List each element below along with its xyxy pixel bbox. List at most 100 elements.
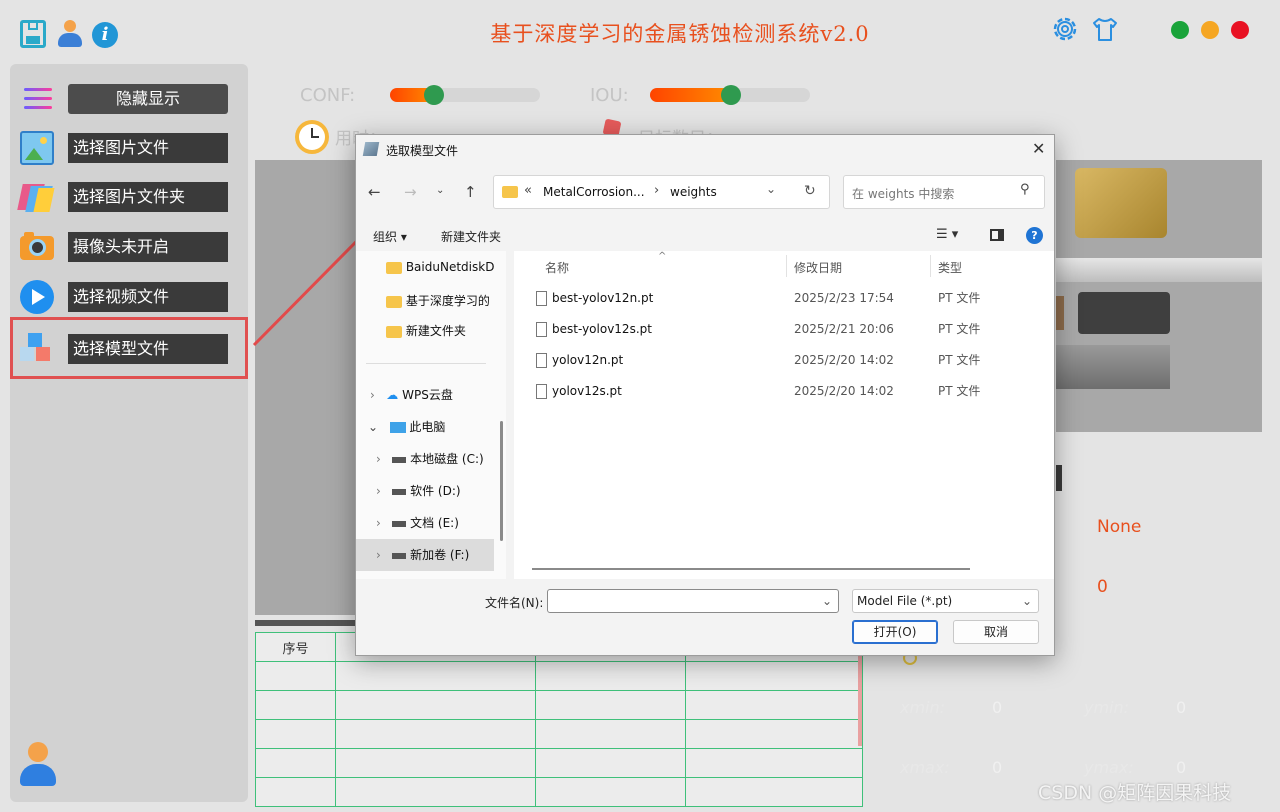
chevron-right-icon[interactable]: ›	[376, 548, 381, 562]
nav-item-label: WPS云盘	[402, 388, 453, 402]
toggle-display-button[interactable]: 隐藏显示	[68, 84, 228, 114]
nav-item-label: 本地磁盘 (C:)	[410, 452, 484, 466]
file-name: yolov12n.pt	[552, 353, 624, 367]
chevron-right-icon[interactable]: ›	[376, 516, 381, 530]
nav-item-folder[interactable]: BaiduNetdiskD	[386, 251, 494, 283]
search-icon[interactable]: ⚲	[1020, 182, 1030, 197]
drive-icon	[392, 552, 407, 559]
drive-icon	[392, 488, 407, 495]
breadcrumb-current[interactable]: weights	[670, 185, 717, 199]
chevron-down-icon[interactable]: ⌄	[822, 590, 832, 612]
file-row[interactable]: best-yolov12s.pt 2025/2/21 20:06 PT 文件	[514, 314, 1054, 345]
table-row[interactable]	[255, 748, 863, 778]
sidebar-item-image-folder[interactable]: 选择图片文件夹	[68, 182, 228, 212]
cancel-button[interactable]: 取消	[953, 620, 1039, 644]
organize-menu[interactable]: 组织 ▾	[373, 228, 407, 245]
file-row[interactable]: yolov12s.pt 2025/2/20 14:02 PT 文件	[514, 376, 1054, 407]
nav-item-label: 软件 (D:)	[410, 484, 461, 498]
table-row[interactable]	[255, 719, 863, 749]
horizontal-scrollbar[interactable]	[532, 568, 970, 570]
up-arrow-icon[interactable]: ↑	[464, 183, 477, 201]
info-icon[interactable]: i	[92, 22, 118, 48]
column-header-name[interactable]: 名称	[545, 259, 569, 276]
forward-arrow-icon[interactable]: →	[404, 183, 417, 201]
sidebar-item-video-file[interactable]: 选择视频文件	[68, 282, 228, 312]
nav-item-folder[interactable]: 新建文件夹	[386, 315, 466, 347]
file-type: PT 文件	[938, 353, 981, 367]
table-row[interactable]	[255, 661, 863, 691]
settings-gear-icon[interactable]	[1050, 14, 1080, 44]
watermark: CSDN @矩阵因果科技	[1038, 782, 1232, 804]
column-header-date[interactable]: 修改日期	[794, 259, 842, 276]
close-button[interactable]	[1231, 21, 1249, 39]
view-options-icon[interactable]: ☰ ▾	[936, 227, 958, 242]
refresh-icon[interactable]: ↻	[804, 183, 816, 199]
table-scrollbar[interactable]	[858, 656, 862, 746]
nav-item-this-pc[interactable]: ⌄ 此电脑	[368, 411, 445, 443]
nav-divider	[366, 363, 486, 364]
file-row[interactable]: best-yolov12n.pt 2025/2/23 17:54 PT 文件	[514, 283, 1054, 314]
search-input[interactable]: 在 weights 中搜索	[852, 185, 954, 202]
help-icon[interactable]: ?	[1026, 227, 1043, 244]
ymin-label: ymin:	[1084, 698, 1130, 717]
open-button[interactable]: 打开(O)	[852, 620, 938, 644]
menu-lines-icon[interactable]	[24, 88, 52, 110]
nav-item-wps-cloud[interactable]: › ☁ WPS云盘	[370, 379, 453, 411]
nav-item-drive[interactable]: › 文档 (E:)	[376, 507, 459, 539]
preview-pane-icon[interactable]	[990, 229, 1004, 241]
address-bar[interactable]: « MetalCorrosion... › weights ⌄ ↻	[493, 175, 830, 209]
nav-item-folder[interactable]: 基于深度学习的	[386, 285, 490, 317]
table-row[interactable]	[255, 690, 863, 720]
avatar[interactable]	[20, 742, 56, 788]
camera-icon	[20, 229, 54, 263]
file-row[interactable]: yolov12n.pt 2025/2/20 14:02 PT 文件	[514, 345, 1054, 376]
chevron-right-icon[interactable]: ›	[370, 388, 375, 402]
drive-icon	[392, 520, 407, 527]
dark-plate-image	[1078, 292, 1170, 334]
dialog-title: 选取模型文件	[386, 144, 459, 158]
new-folder-button[interactable]: 新建文件夹	[441, 228, 501, 245]
chevron-down-icon[interactable]: ⌄	[368, 420, 378, 434]
column-divider[interactable]	[786, 255, 787, 277]
table-row[interactable]	[255, 777, 863, 807]
dialog-close-icon[interactable]: ✕	[1032, 139, 1045, 158]
breadcrumb-overflow[interactable]: «	[524, 183, 532, 198]
sidebar-item-image-file[interactable]: 选择图片文件	[68, 133, 228, 163]
confidence-value: 0	[1097, 577, 1108, 597]
filename-label: 文件名(N):	[485, 596, 544, 610]
back-arrow-icon[interactable]: ←	[368, 183, 381, 201]
filename-input[interactable]: ⌄	[547, 589, 839, 613]
file-name: yolov12s.pt	[552, 384, 622, 398]
address-dropdown-icon[interactable]: ⌄	[766, 182, 776, 196]
minimize-button[interactable]	[1201, 21, 1219, 39]
file-icon	[536, 384, 547, 399]
chevron-right-icon[interactable]: ›	[376, 484, 381, 498]
conf-label: CONF:	[300, 85, 356, 106]
file-type-filter[interactable]: Model File (*.pt) ⌄	[852, 589, 1039, 613]
nav-scrollbar[interactable]	[500, 421, 503, 541]
chevron-right-icon[interactable]: ›	[376, 452, 381, 466]
results-table: 序号	[255, 632, 863, 807]
iou-slider-handle[interactable]	[721, 85, 741, 105]
conf-slider-handle[interactable]	[424, 85, 444, 105]
chevron-down-icon[interactable]: ⌄	[1022, 590, 1032, 612]
breadcrumb-segment[interactable]: MetalCorrosion...	[543, 185, 645, 199]
folder-stack-icon	[17, 180, 55, 214]
sidebar-item-camera[interactable]: 摄像头未开启	[68, 232, 228, 262]
recent-dropdown-icon[interactable]: ⌄	[436, 185, 444, 196]
save-icon[interactable]	[20, 20, 46, 48]
nav-item-drive[interactable]: › 软件 (D:)	[376, 475, 461, 507]
dialog-app-icon	[362, 142, 380, 156]
detect-button-edge[interactable]	[1056, 465, 1062, 491]
column-header-type[interactable]: 类型	[938, 259, 962, 276]
sidebar-item-model-file[interactable]: 选择模型文件	[68, 334, 228, 364]
user-icon[interactable]	[58, 20, 82, 48]
nav-item-drive[interactable]: › 本地磁盘 (C:)	[376, 443, 484, 475]
theme-shirt-icon[interactable]	[1090, 14, 1120, 44]
column-divider[interactable]	[930, 255, 931, 277]
filter-value: Model File (*.pt)	[857, 594, 953, 608]
nav-item-drive-selected[interactable]: › 新加卷 (F:)	[356, 539, 494, 571]
computer-icon	[389, 422, 406, 433]
search-box[interactable]: 在 weights 中搜索 ⚲	[843, 175, 1045, 209]
maximize-button[interactable]	[1171, 21, 1189, 39]
